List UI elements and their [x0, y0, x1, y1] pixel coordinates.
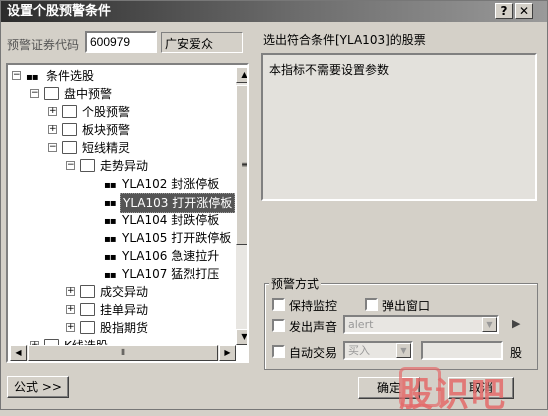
expand-icon[interactable]: +: [66, 287, 75, 296]
play-sound-icon[interactable]: ▶: [512, 317, 520, 330]
tree-label: 个股预警: [82, 105, 131, 119]
stock-code-input[interactable]: [85, 31, 157, 53]
tree-label: 盘中预警: [64, 87, 113, 101]
play-sound-checkbox[interactable]: [272, 319, 285, 332]
tree-label: 成交异动: [100, 285, 149, 299]
keep-monitoring-checkbox[interactable]: [272, 298, 285, 311]
folder-icon: [80, 285, 95, 298]
trade-direction-value: 买入: [348, 344, 370, 357]
description-text: 本指标不需要设置参数: [269, 63, 390, 77]
scroll-down-button[interactable]: ▼: [236, 329, 247, 345]
collapse-icon[interactable]: −: [12, 71, 21, 80]
close-button[interactable]: ✕: [515, 3, 533, 19]
collapse-icon[interactable]: −: [48, 143, 57, 152]
tree-label: YLA102 封涨停板: [122, 177, 220, 191]
scroll-thumb[interactable]: ≡: [236, 85, 247, 245]
tree-label: YLA105 打开跌停板: [122, 231, 232, 245]
condition-icon: ▪▪: [104, 198, 117, 209]
scroll-left-button[interactable]: ◀: [10, 345, 27, 361]
tree-vertical-scrollbar[interactable]: ▲ ≡ ▼: [236, 67, 247, 345]
tree-horizontal-scrollbar[interactable]: ◀ ⦀ ▶: [10, 345, 236, 361]
expand-icon[interactable]: +: [48, 125, 57, 134]
folder-icon: [62, 105, 77, 118]
collapse-icon[interactable]: −: [66, 161, 75, 170]
stock-code-label: 预警证券代码: [7, 38, 80, 52]
trade-quantity-input[interactable]: [421, 341, 503, 360]
play-sound-label: 发出声音: [289, 320, 338, 334]
condition-icon: ▪▪: [104, 234, 117, 245]
tree-label: YLA107 猛烈打压: [122, 267, 220, 281]
formula-button[interactable]: 公式 >>: [7, 376, 69, 398]
chevron-down-icon[interactable]: ▼: [396, 343, 411, 358]
stock-name-field: 广安爱众: [161, 32, 243, 53]
folder-icon: [80, 159, 95, 172]
tree-label: YLA106 急速拉升: [122, 249, 220, 263]
tree-label-selected: YLA103 打开涨停板: [120, 193, 236, 213]
tree-label: 板块预警: [82, 123, 131, 137]
description-title: 选出符合条件[YLA103]的股票: [263, 33, 426, 47]
popup-window-checkbox[interactable]: [365, 298, 378, 311]
condition-tree[interactable]: − ▪▪ 条件选股 − 盘中预警 + 个股预警 + 板块预警 − 短线精灵 − …: [6, 63, 249, 363]
expand-icon[interactable]: +: [48, 107, 57, 116]
folder-icon: [80, 303, 95, 316]
dialog-title: 设置个股预警条件: [7, 4, 112, 19]
expand-icon[interactable]: +: [66, 323, 75, 332]
scroll-right-button[interactable]: ▶: [219, 345, 236, 361]
alert-condition-dialog: 设置个股预警条件 ? ✕ 预警证券代码 广安爱众 − ▪▪ 条件选股 − 盘中预…: [0, 0, 548, 415]
collapse-icon[interactable]: −: [30, 89, 39, 98]
tree-label: 挂单异动: [100, 303, 149, 317]
title-bar: 设置个股预警条件 ? ✕: [1, 1, 547, 22]
alert-method-legend: 预警方式: [269, 275, 322, 292]
auto-trade-checkbox[interactable]: [272, 345, 285, 358]
condition-icon: ▪▪: [104, 216, 117, 227]
close-icon: ✕: [518, 4, 530, 18]
tree-label: 条件选股: [46, 69, 95, 83]
folder-icon: [62, 141, 77, 154]
tree-label: 短线精灵: [82, 141, 131, 155]
tree-label: YLA104 封跌停板: [122, 213, 220, 227]
tree-label: 股指期货: [100, 321, 149, 335]
scroll-thumb-horizontal[interactable]: ⦀: [28, 345, 218, 361]
tree-label: 走势异动: [100, 159, 149, 173]
sound-select[interactable]: alert ▼: [343, 315, 499, 334]
scroll-up-button[interactable]: ▲: [236, 67, 247, 83]
popup-window-label: 弹出窗口: [382, 299, 431, 313]
watermark-logo: 股识吧: [399, 375, 507, 415]
expand-icon[interactable]: +: [66, 305, 75, 314]
condition-icon: ▪▪: [26, 72, 39, 83]
help-icon: ?: [500, 4, 508, 18]
help-button[interactable]: ?: [495, 3, 513, 19]
trade-direction-select[interactable]: 买入 ▼: [343, 341, 413, 360]
shares-unit-label: 股: [510, 346, 523, 360]
chevron-down-icon[interactable]: ▼: [482, 317, 497, 332]
auto-trade-label: 自动交易: [289, 346, 338, 360]
condition-icon: ▪▪: [104, 180, 117, 191]
description-box: 本指标不需要设置参数: [261, 53, 537, 201]
folder-icon: [44, 87, 59, 100]
folder-icon: [80, 321, 95, 334]
keep-monitoring-label: 保持监控: [289, 299, 338, 313]
folder-icon: [62, 123, 77, 136]
sound-select-value: alert: [348, 318, 374, 331]
condition-icon: ▪▪: [104, 252, 117, 263]
